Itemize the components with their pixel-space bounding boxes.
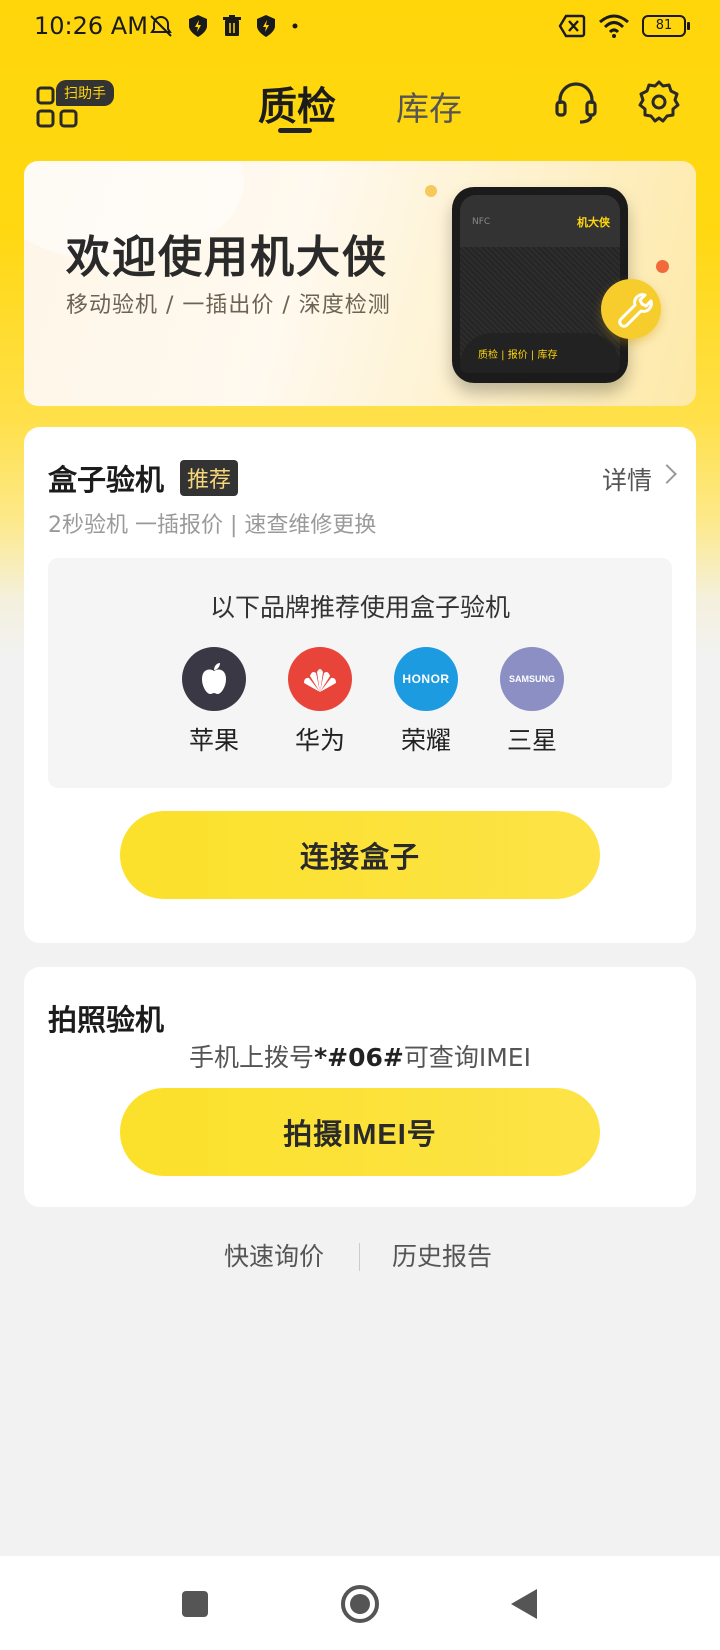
home-icon[interactable]	[338, 1582, 382, 1626]
box-check-card: 盒子验机 推荐 详情 2秒验机 一插报价 | 速查维修更换 以下品牌推荐使用盒子…	[24, 427, 696, 943]
brand-name-honor: 荣耀	[400, 726, 451, 755]
brands-title: 以下品牌推荐使用盒子验机	[209, 593, 510, 622]
connect-box-button[interactable]: 连接盒子	[120, 811, 600, 899]
wifi-icon	[599, 14, 629, 38]
trash-icon	[223, 15, 241, 36]
honor-icon: HONOR	[394, 647, 458, 711]
active-tab-indicator	[278, 128, 312, 133]
headset-icon[interactable]	[552, 78, 600, 126]
apple-icon	[182, 647, 246, 711]
top-header: 扫助手 质检 库存	[0, 64, 720, 144]
detail-link[interactable]: 详情	[602, 461, 652, 497]
recommend-badge: 推荐	[180, 460, 239, 496]
dot-icon	[292, 23, 298, 29]
box-check-title: 盒子验机	[48, 463, 165, 497]
status-time: 10:26 AM	[34, 12, 148, 40]
brand-name-samsung: 三星	[506, 726, 557, 755]
banner-subtitle: 移动验机 / 一插出价 / 深度检测	[66, 293, 391, 318]
imei-hint-suffix: 可查询IMEI	[403, 1043, 531, 1072]
tab-inventory[interactable]: 库存	[396, 82, 462, 130]
system-nav-bar	[0, 1556, 720, 1650]
brand-honor: HONOR 荣耀	[386, 647, 466, 757]
banner-dot-yellow	[425, 185, 437, 197]
quick-quote-link[interactable]: 快速询价	[224, 1237, 324, 1273]
brand-samsung: SAMSUNG 三星	[492, 647, 572, 757]
imei-hint: 手机上拨号*#06#可查询IMEI	[24, 1038, 696, 1074]
history-report-link[interactable]: 历史报告	[392, 1237, 492, 1273]
battery-icon: 81	[642, 15, 690, 37]
scan-helper-badge: 扫助手	[56, 80, 114, 106]
photo-check-card: 拍照验机 手机上拨号*#06#可查询IMEI 拍摄IMEI号	[24, 967, 696, 1207]
banner-title: 欢迎使用机大侠	[66, 232, 388, 283]
wrench-icon	[601, 279, 661, 339]
gear-icon[interactable]	[635, 78, 683, 126]
battery-level: 81	[655, 18, 673, 33]
links-divider	[359, 1243, 360, 1271]
device-menu-label: 质检 | 报价 | 库存	[478, 350, 558, 361]
imei-hint-code: *#06#	[314, 1043, 404, 1072]
capture-imei-button[interactable]: 拍摄IMEI号	[120, 1088, 600, 1176]
scan-helper-button[interactable]: 扫助手	[34, 80, 114, 134]
mute-alarm-icon	[150, 15, 172, 37]
welcome-banner[interactable]: 欢迎使用机大侠 移动验机 / 一插出价 / 深度检测 NFC 机大侠 质检 | …	[24, 161, 696, 406]
shield-icon	[189, 15, 207, 37]
shield-icon	[257, 15, 275, 37]
photo-check-title: 拍照验机	[48, 1003, 165, 1037]
banner-dot-red	[656, 260, 669, 273]
back-icon[interactable]	[502, 1582, 546, 1626]
huawei-icon	[288, 647, 352, 711]
sim-error-icon	[558, 14, 586, 38]
chevron-right-icon[interactable]	[657, 464, 677, 484]
brands-panel: 以下品牌推荐使用盒子验机 苹果 华为 HONOR 荣耀 SAMSUNG 三星	[48, 558, 672, 788]
brand-name-apple: 苹果	[188, 726, 239, 755]
brand-name-huawei: 华为	[294, 726, 345, 755]
status-bar: 10:26 AM 81	[0, 0, 720, 54]
device-nfc-label: NFC	[472, 217, 491, 227]
honor-logo-text: HONOR	[402, 672, 450, 686]
tab-quality-check[interactable]: 质检	[258, 76, 336, 132]
recent-apps-icon[interactable]	[173, 1582, 217, 1626]
status-icons-right: 81	[558, 14, 690, 38]
status-icons-left	[148, 13, 300, 39]
bottom-links: 快速询价 历史报告	[0, 1237, 720, 1277]
samsung-icon: SAMSUNG	[500, 647, 564, 711]
brand-huawei: 华为	[280, 647, 360, 757]
samsung-logo-text: SAMSUNG	[508, 674, 555, 684]
brand-apple: 苹果	[174, 647, 254, 757]
device-logo: 机大侠	[577, 216, 610, 229]
box-check-subtitle: 2秒验机 一插报价 | 速查维修更换	[48, 513, 377, 538]
imei-hint-prefix: 手机上拨号	[189, 1043, 315, 1072]
